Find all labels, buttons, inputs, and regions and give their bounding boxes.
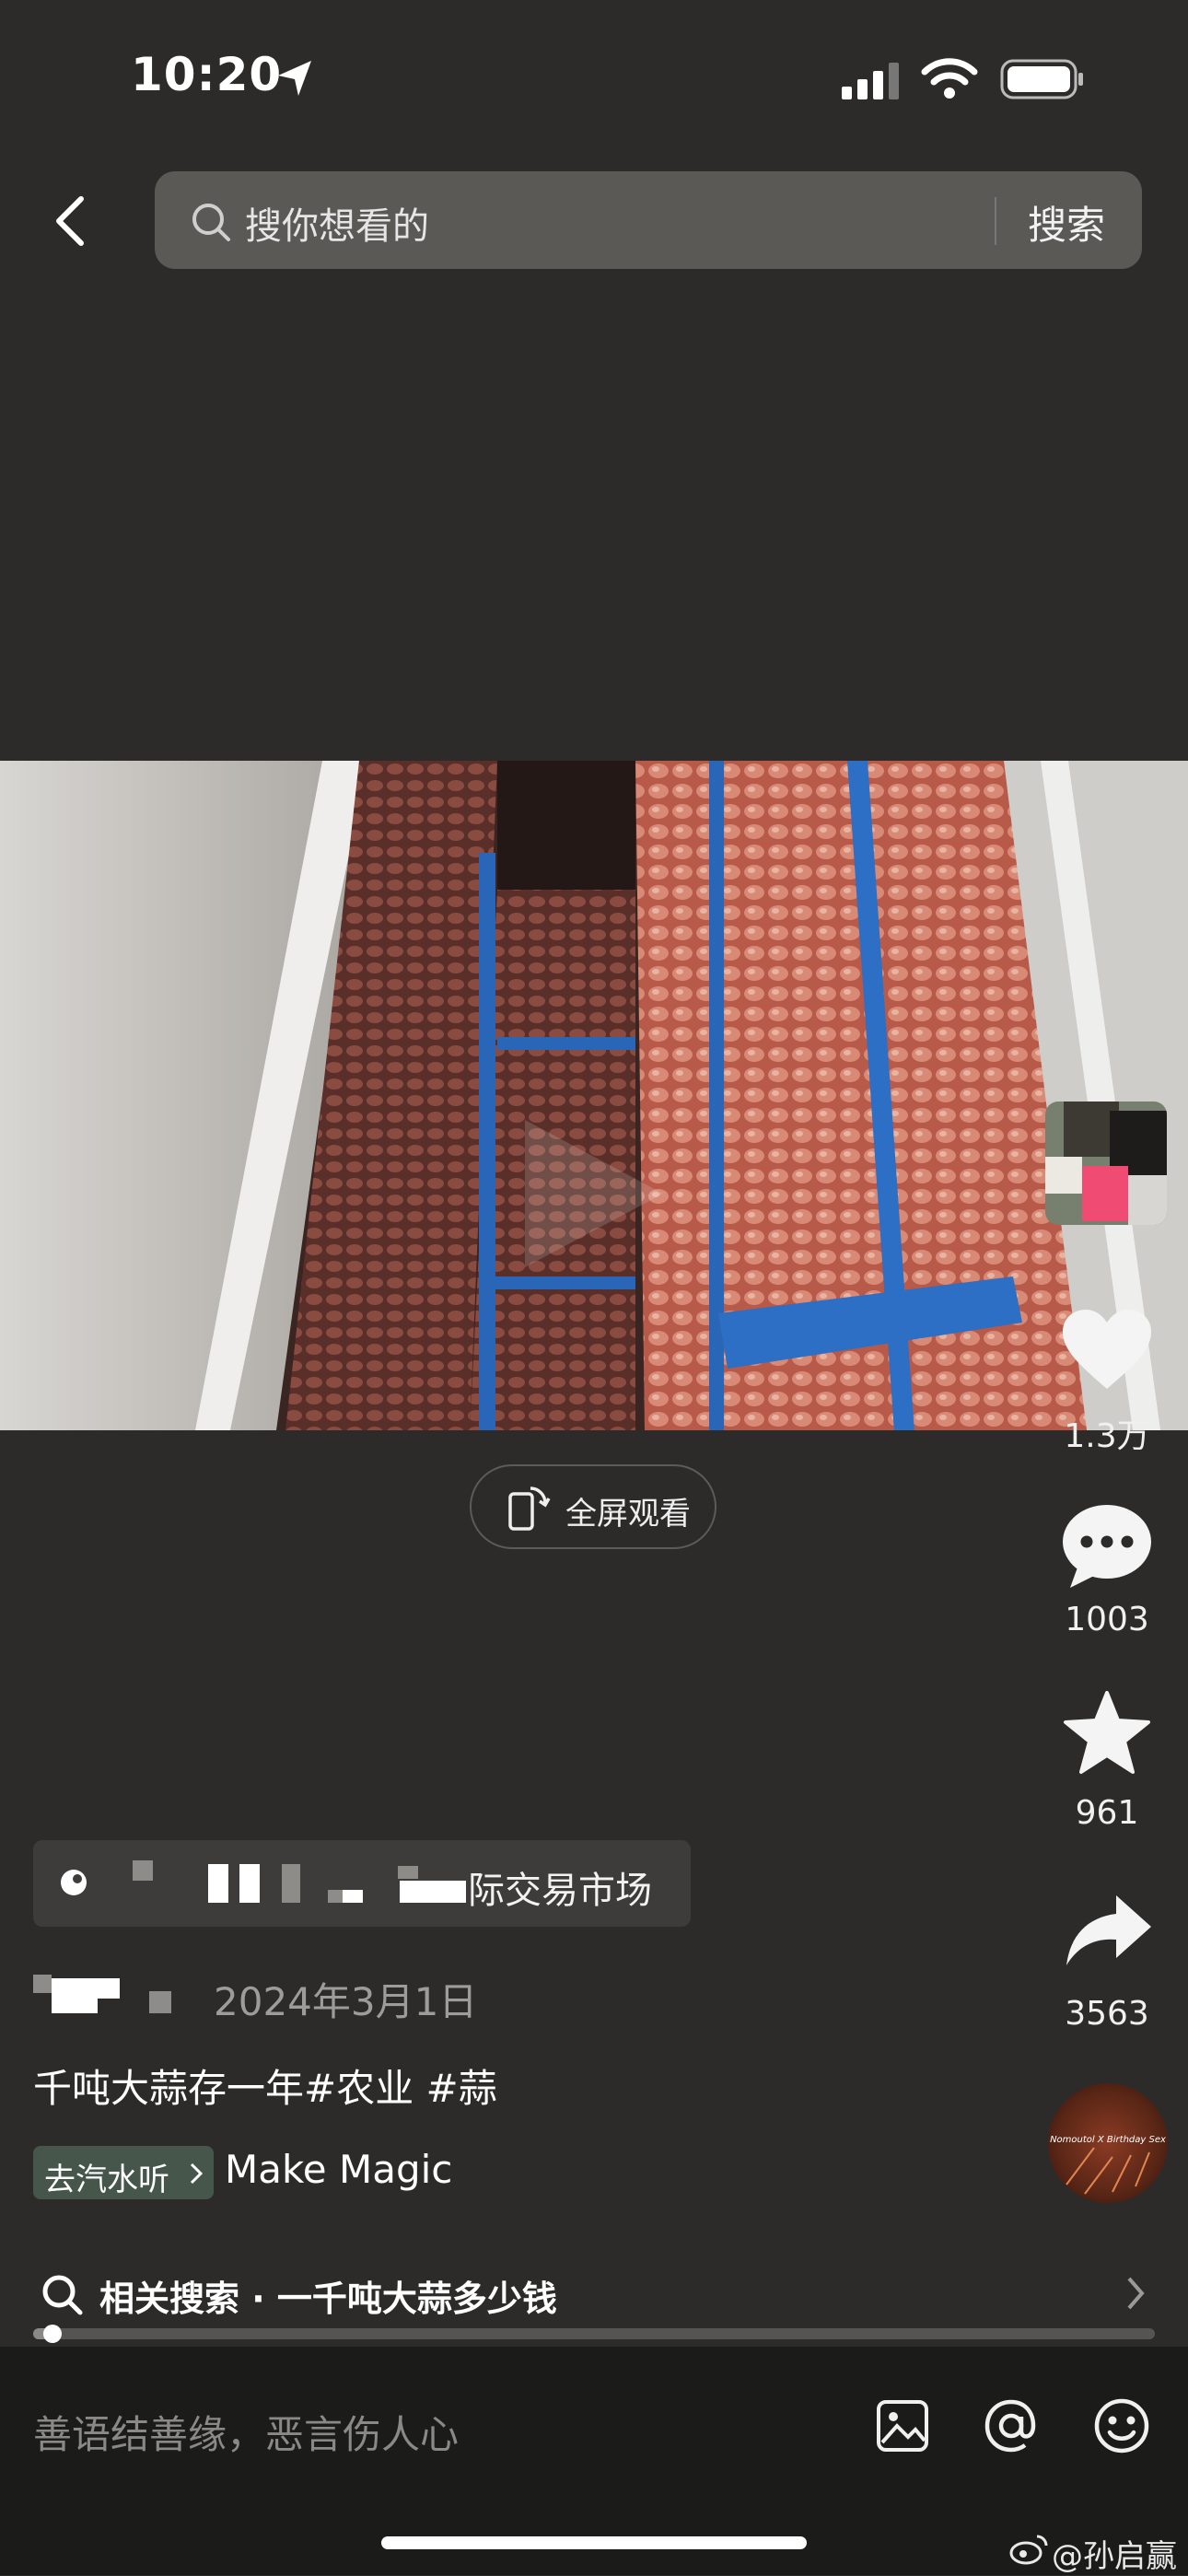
mosaic-block [239,1864,260,1903]
location-tag[interactable]: 际交易市场 [33,1840,691,1927]
comment-bubble-icon[interactable] [1061,1503,1153,1590]
weibo-logo-icon [1009,2535,1048,2565]
search-icon [42,2275,83,2315]
comment-count: 1003 [1065,1601,1149,1638]
mosaic-block [400,1881,466,1903]
like-count: 1.3万 [1064,1417,1150,1455]
music-app-badge[interactable]: 去汽水听 [33,2146,214,2199]
chevron-right-icon[interactable] [1125,2275,1147,2312]
mosaic-block [282,1864,300,1903]
back-chevron-icon[interactable] [46,193,101,249]
mosaic-block [398,1866,418,1879]
video-progress-bar[interactable] [33,2325,1155,2343]
favorite-count: 961 [1075,1794,1139,1832]
music-app-label: 去汽水听 [44,2162,169,2198]
cellular-signal-icon [842,63,899,99]
video-frame [0,761,1188,1430]
emoji-icon[interactable] [1092,2396,1151,2455]
fullscreen-button[interactable]: 全屏观看 [470,1464,716,1549]
chevron-right-icon [190,2162,204,2185]
favorite-star-icon[interactable] [1063,1691,1151,1776]
location-arrow-icon [278,61,311,96]
wifi-icon [921,58,978,99]
mosaic-block [208,1864,228,1903]
mosaic-block [328,1890,343,1903]
fullscreen-label: 全屏观看 [565,1496,691,1533]
music-disc[interactable]: Nomoutol X Birthday Sex [1048,2083,1168,2203]
mention-at-icon[interactable] [982,2396,1041,2455]
search-input[interactable]: 搜你想看的 [245,196,429,250]
music-disc-text: Nomoutol X Birthday Sex [1050,2135,1166,2145]
search-icon [192,204,230,241]
video-player[interactable] [0,761,1188,1430]
image-icon[interactable] [875,2398,930,2454]
rotate-phone-icon [508,1486,551,1531]
location-label: 际交易市场 [468,1870,652,1912]
share-count: 3563 [1065,1995,1149,2033]
author-name-redacted[interactable] [33,1975,177,2017]
search-bar[interactable]: 搜你想看的 搜索 [155,171,1142,269]
post-caption[interactable]: 千吨大蒜存一年#农业 #蒜 [33,2057,497,2114]
mosaic-block [343,1890,363,1903]
home-indicator[interactable] [381,2536,807,2549]
comment-input[interactable]: 善语结善缘，恶言伤人心 [33,2404,459,2460]
share-arrow-icon[interactable] [1065,1894,1153,1969]
like-heart-icon[interactable] [1061,1308,1153,1393]
related-search-link[interactable]: 相关搜索 · 一千吨大蒜多少钱 [99,2270,557,2321]
battery-icon [1000,59,1083,99]
search-button[interactable]: 搜索 [1028,194,1105,251]
location-pin-icon [61,1870,87,1895]
search-divider [995,197,996,245]
author-avatar[interactable] [1045,1102,1167,1225]
post-date: 2024年3月1日 [214,1979,478,2024]
watermark-text: @孙启赢 [1052,2538,1177,2575]
progress-knob[interactable] [42,2325,62,2343]
mosaic-block [133,1860,153,1881]
music-name[interactable]: Make Magic [225,2147,452,2192]
status-time: 10:20 [131,48,283,101]
